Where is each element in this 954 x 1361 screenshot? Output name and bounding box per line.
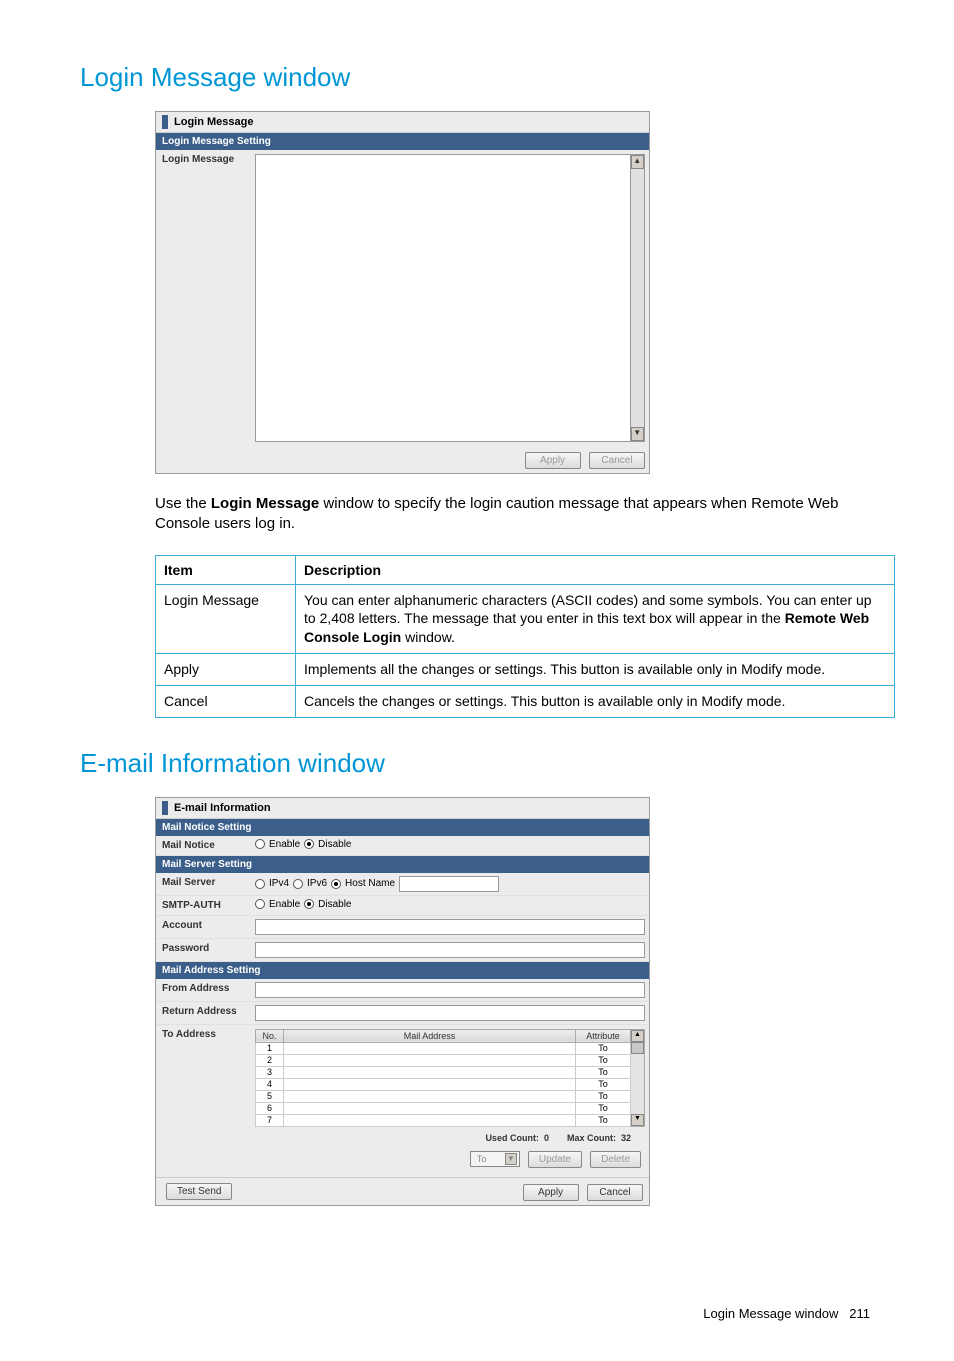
scroll-up-icon[interactable]: ▲	[631, 1030, 644, 1042]
table-row: Cancel Cancels the changes or settings. …	[156, 686, 895, 718]
delete-button[interactable]: Delete	[590, 1151, 641, 1168]
table-row[interactable]: 7To	[256, 1114, 631, 1126]
apply-button[interactable]: Apply	[525, 452, 581, 469]
table-row: Login Message You can enter alphanumeric…	[156, 584, 895, 654]
section-login-message-setting: Login Message Setting	[156, 133, 649, 150]
panel-titlebar: Login Message	[156, 112, 649, 133]
table-scrollbar[interactable]: ▲ ▼	[631, 1029, 645, 1127]
radio-label: Enable	[269, 839, 300, 850]
label-to-address: To Address	[156, 1025, 251, 1174]
table-row[interactable]: 4To	[256, 1078, 631, 1090]
page-footer: Login Message window 211	[80, 1306, 874, 1321]
table-row[interactable]: 2To	[256, 1054, 631, 1066]
from-address-input[interactable]	[255, 982, 645, 998]
th-no: No.	[256, 1029, 284, 1042]
section-mail-server: Mail Server Setting	[156, 856, 649, 873]
password-input[interactable]	[255, 942, 645, 958]
label-from-address: From Address	[156, 979, 251, 998]
th-attribute: Attribute	[576, 1029, 631, 1042]
table-row: Apply Implements all the changes or sett…	[156, 654, 895, 686]
th-item: Item	[156, 555, 296, 584]
table-row[interactable]: 3To	[256, 1066, 631, 1078]
label-smtp-auth: SMTP-AUTH	[156, 896, 251, 915]
label-account: Account	[156, 916, 251, 935]
section-mail-notice: Mail Notice Setting	[156, 819, 649, 836]
mail-server-input[interactable]	[399, 876, 499, 892]
to-address-table[interactable]: No. Mail Address Attribute 1To2To3To4To5…	[255, 1029, 645, 1127]
scroll-down-icon[interactable]: ▼	[631, 1114, 644, 1126]
radio-smtp-disable[interactable]	[304, 899, 314, 909]
table-row[interactable]: 5To	[256, 1090, 631, 1102]
heading-email-info: E-mail Information window	[80, 748, 874, 779]
radio-label: IPv4	[269, 878, 289, 889]
cancel-button[interactable]: Cancel	[589, 452, 645, 469]
radio-hostname[interactable]	[331, 879, 341, 889]
account-input[interactable]	[255, 919, 645, 935]
radio-smtp-enable[interactable]	[255, 899, 265, 909]
panel-title: E-mail Information	[174, 802, 271, 814]
chevron-down-icon: ▼	[505, 1153, 517, 1165]
cancel-button[interactable]: Cancel	[587, 1184, 643, 1201]
th-mail-address: Mail Address	[284, 1029, 576, 1042]
table-row[interactable]: 6To	[256, 1102, 631, 1114]
intro-paragraph: Use the Login Message window to specify …	[155, 494, 874, 535]
title-marker-icon	[162, 801, 168, 815]
label-login-message: Login Message	[156, 150, 251, 169]
attribute-select[interactable]: To ▼	[470, 1151, 520, 1167]
label-mail-notice: Mail Notice	[156, 836, 251, 855]
radio-label: Disable	[318, 899, 351, 910]
scroll-down-icon[interactable]: ▼	[631, 427, 644, 441]
textarea-scrollbar[interactable]: ▲ ▼	[631, 154, 645, 442]
return-address-input[interactable]	[255, 1005, 645, 1021]
radio-ipv6[interactable]	[293, 879, 303, 889]
radio-mail-notice-disable[interactable]	[304, 839, 314, 849]
radio-ipv4[interactable]	[255, 879, 265, 889]
section-mail-address: Mail Address Setting	[156, 962, 649, 979]
radio-label: IPv6	[307, 878, 327, 889]
scroll-up-icon[interactable]: ▲	[631, 155, 644, 169]
update-button[interactable]: Update	[528, 1151, 582, 1168]
radio-label: Enable	[269, 899, 300, 910]
heading-login-message: Login Message window	[80, 62, 874, 93]
th-description: Description	[296, 555, 895, 584]
panel-title: Login Message	[174, 116, 253, 128]
description-table: Item Description Login Message You can e…	[155, 555, 895, 718]
test-send-button[interactable]: Test Send	[166, 1183, 232, 1200]
radio-mail-notice-enable[interactable]	[255, 839, 265, 849]
title-marker-icon	[162, 115, 168, 129]
label-return-address: Return Address	[156, 1002, 251, 1021]
apply-button[interactable]: Apply	[523, 1184, 579, 1201]
label-password: Password	[156, 939, 251, 958]
login-message-textarea[interactable]	[255, 154, 631, 442]
radio-label: Disable	[318, 839, 351, 850]
radio-label: Host Name	[345, 878, 395, 889]
label-mail-server: Mail Server	[156, 873, 251, 892]
panel-titlebar: E-mail Information	[156, 798, 649, 819]
table-row[interactable]: 1To	[256, 1042, 631, 1054]
login-message-screenshot: Login Message Login Message Setting Logi…	[155, 111, 650, 474]
email-info-screenshot: E-mail Information Mail Notice Setting M…	[155, 797, 650, 1206]
